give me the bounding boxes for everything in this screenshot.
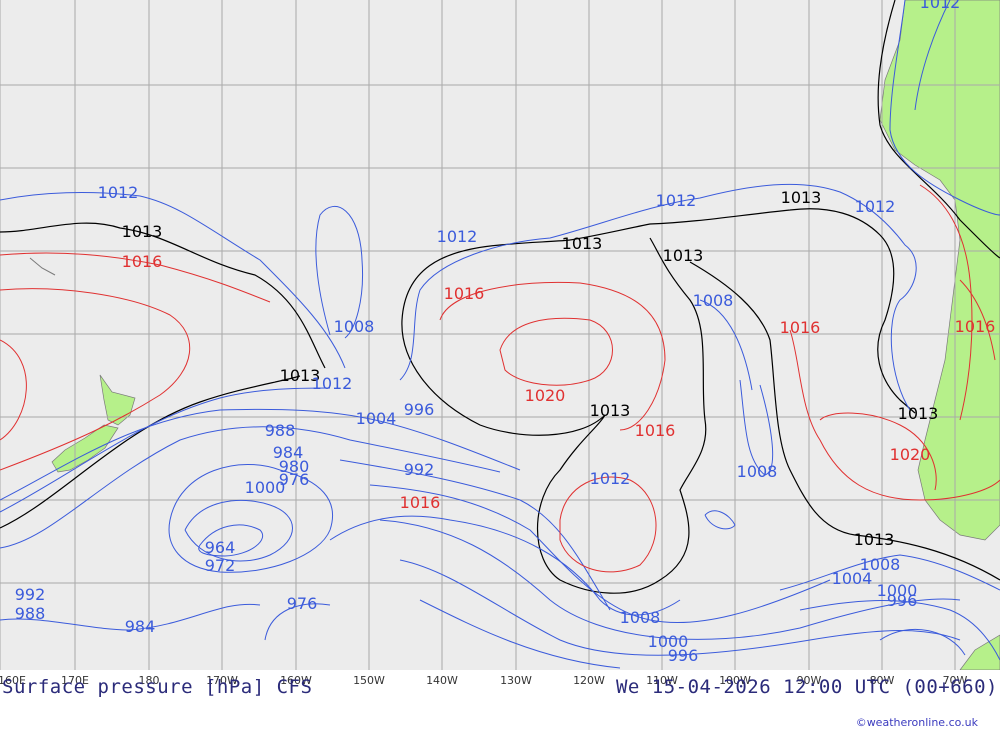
isobar-label: 996: [668, 646, 699, 665]
isobar-label: 1016: [635, 421, 676, 440]
longitude-label: 140W: [426, 674, 458, 687]
isobar-label: 992: [15, 585, 46, 604]
isobar-label: 1020: [525, 386, 566, 405]
isobar-label: 988: [15, 604, 46, 623]
isobar-label: 1000: [245, 478, 286, 497]
isobar-label: 1013: [854, 530, 895, 549]
isobar-label: 1013: [590, 401, 631, 420]
isobar-label: 1016: [122, 252, 163, 271]
longitude-label: 150W: [353, 674, 385, 687]
isobar-label: 996: [887, 591, 918, 610]
isobar-label: 1012: [590, 469, 631, 488]
isobar-label: 1013: [898, 404, 939, 423]
isobar-label: 976: [287, 594, 318, 613]
isobar-label: 964: [205, 538, 236, 557]
isobar-label: 1013: [562, 234, 603, 253]
isobar-label: 1016: [955, 317, 996, 336]
longitude-label: 120W: [573, 674, 605, 687]
isobar-label: 984: [125, 617, 156, 636]
pressure-map: 1012101310161012101310121013101610081013…: [0, 0, 1000, 670]
isobar-label: 1013: [122, 222, 163, 241]
isobar-label: 992: [404, 460, 435, 479]
chart-title: Surface pressure [hPa] CFS: [2, 676, 313, 698]
isobar-label: 1008: [693, 291, 734, 310]
isobar-label: 1016: [444, 284, 485, 303]
isobar-label: 1008: [620, 608, 661, 627]
valid-time: We 15-04-2026 12:00 UTC (00+660): [615, 676, 998, 698]
isobar-label: 1016: [400, 493, 441, 512]
isobar-label: 996: [404, 400, 435, 419]
isobar-label: 1004: [356, 409, 397, 428]
isobar-label: 1012: [920, 0, 961, 12]
longitude-label: 130W: [500, 674, 532, 687]
isobar-label: 1020: [890, 445, 931, 464]
isobar-label: 1012: [437, 227, 478, 246]
isobar-label: 1013: [781, 188, 822, 207]
isobar-label: 1012: [855, 197, 896, 216]
isobar-label: 1016: [780, 318, 821, 337]
isobar-label: 1012: [656, 191, 697, 210]
isobar-label: 1013: [663, 246, 704, 265]
isobar-label: 1012: [98, 183, 139, 202]
isobar-label: 1008: [737, 462, 778, 481]
isobar-label: 1012: [312, 374, 353, 393]
isobar-label: 988: [265, 421, 296, 440]
credit-link[interactable]: ©weatheronline.co.uk: [856, 716, 978, 729]
isobar-label: 972: [205, 556, 236, 575]
isobar-label: 1008: [334, 317, 375, 336]
isobar-label: 1004: [832, 569, 873, 588]
